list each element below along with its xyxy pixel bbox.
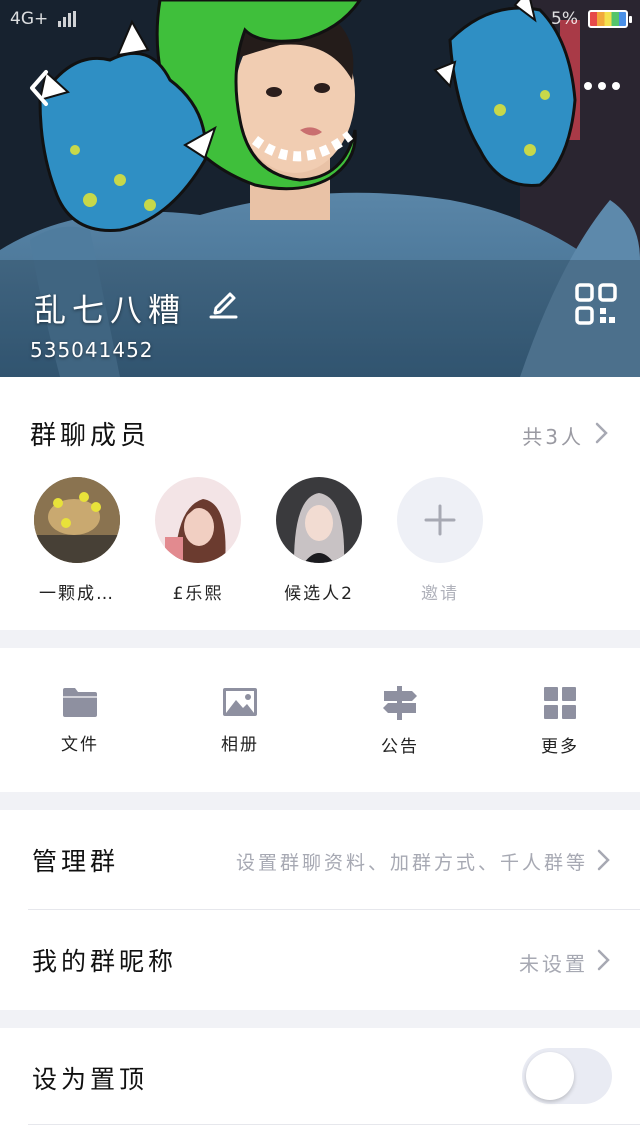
tool-label: 文件 bbox=[61, 735, 99, 755]
avatar bbox=[34, 477, 120, 563]
group-nickname-label: 我的群昵称 bbox=[32, 947, 178, 976]
back-button[interactable] bbox=[24, 66, 64, 110]
avatar bbox=[155, 477, 241, 563]
tool-more[interactable]: 更多 bbox=[510, 686, 610, 757]
plus-icon bbox=[424, 504, 456, 536]
members-count[interactable]: 共3人 bbox=[522, 421, 584, 450]
member-item[interactable]: 候选人2 bbox=[264, 477, 374, 604]
invite-label: 邀请 bbox=[421, 584, 459, 604]
signal-icon bbox=[58, 11, 77, 27]
network-label: 4G+ bbox=[10, 9, 49, 29]
group-id: 535041452 bbox=[30, 338, 154, 362]
qr-code-icon bbox=[575, 283, 617, 325]
status-bar: 4G+ 5% bbox=[0, 0, 640, 42]
toggle-knob bbox=[526, 1052, 574, 1100]
invite-button[interactable]: 邀请 bbox=[385, 477, 495, 604]
member-name: 一颗成… bbox=[39, 584, 115, 604]
chevron-right-icon bbox=[597, 849, 610, 871]
signpost-icon bbox=[383, 686, 417, 720]
more-options-button[interactable] bbox=[578, 70, 626, 102]
pin-toggle[interactable] bbox=[522, 1048, 612, 1104]
tool-label: 相册 bbox=[221, 735, 259, 755]
pin-section: 设为置顶 bbox=[0, 1028, 640, 1138]
qr-code-button[interactable] bbox=[574, 282, 618, 326]
tools-section: 文件 相册 公告 更多 bbox=[0, 648, 640, 792]
members-title: 群聊成员 bbox=[30, 421, 151, 451]
more-dots-icon bbox=[584, 82, 592, 90]
member-name: 候选人2 bbox=[284, 584, 354, 604]
manage-group-value: 设置群聊资料、加群方式、千人群等 bbox=[235, 852, 588, 874]
tool-file[interactable]: 文件 bbox=[30, 686, 130, 755]
group-name: 乱七八糟 bbox=[34, 291, 187, 329]
tool-label: 公告 bbox=[381, 737, 419, 757]
member-item[interactable]: 一颗成… bbox=[22, 477, 132, 604]
divider bbox=[28, 1124, 640, 1125]
grid-icon bbox=[544, 687, 576, 719]
members-section: 群聊成员 共3人 一颗成… £乐熙 候选人2 邀请 bbox=[0, 377, 640, 630]
tool-label: 更多 bbox=[541, 737, 579, 757]
invite-circle bbox=[397, 477, 483, 563]
chevron-right-icon bbox=[597, 949, 610, 971]
battery-icon bbox=[588, 10, 632, 28]
tool-album[interactable]: 相册 bbox=[190, 686, 290, 755]
chevron-left-icon bbox=[30, 70, 48, 106]
image-icon bbox=[223, 688, 257, 716]
pin-label: 设为置顶 bbox=[32, 1065, 149, 1094]
settings-section: 管理群 设置群聊资料、加群方式、千人群等 我的群昵称 未设置 bbox=[0, 810, 640, 1010]
pencil-icon bbox=[209, 292, 238, 319]
manage-group-label: 管理群 bbox=[32, 847, 120, 876]
chevron-right-icon bbox=[595, 422, 608, 444]
battery-percent: 5% bbox=[551, 9, 578, 29]
tool-announcement[interactable]: 公告 bbox=[350, 686, 450, 757]
edit-name-button[interactable] bbox=[206, 286, 240, 320]
folder-icon bbox=[63, 688, 97, 717]
manage-group-row[interactable]: 管理群 设置群聊资料、加群方式、千人群等 bbox=[0, 810, 640, 910]
group-nickname-row[interactable]: 我的群昵称 未设置 bbox=[0, 910, 640, 1010]
group-nickname-value: 未设置 bbox=[519, 952, 588, 976]
group-header: 4G+ 5% 乱七八糟 535041452 bbox=[0, 0, 640, 377]
member-name: £乐熙 bbox=[172, 584, 224, 604]
member-item[interactable]: £乐熙 bbox=[143, 477, 253, 604]
avatar bbox=[276, 477, 362, 563]
